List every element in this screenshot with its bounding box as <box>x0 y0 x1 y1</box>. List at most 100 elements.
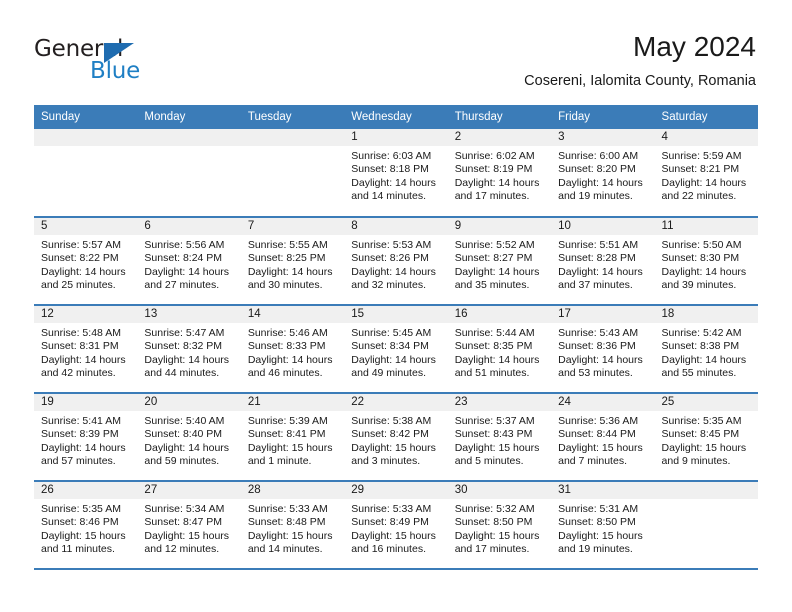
calendar-day-cell[interactable]: 23 Sunrise: 5:37 AM Sunset: 8:43 PM Dayligh… <box>447 393 552 482</box>
daylight-duration-line2: and 19 minutes. <box>558 543 633 556</box>
day-number: 15 <box>344 306 448 323</box>
sunrise-time: Sunrise: 6:00 AM <box>558 150 639 162</box>
daylight-duration-line2: and 11 minutes. <box>41 543 115 556</box>
daylight-duration-line2: and 51 minutes. <box>454 367 530 380</box>
calendar-day-cell[interactable]: 24 Sunrise: 5:36 AM Sunset: 8:44 PM Dayligh… <box>551 393 655 482</box>
calendar-day-cell[interactable]: 14 Sunrise: 5:46 AM Sunset: 8:33 PM Dayligh… <box>240 305 345 394</box>
weekday-header-wednesday: Wednesday <box>344 105 448 129</box>
calendar-day-cell[interactable]: 25 Sunrise: 5:35 AM Sunset: 8:45 PM Dayligh… <box>654 393 758 482</box>
day-details: Sunrise: 5:50 AM Sunset: 8:30 PM Daylight:… <box>655 235 758 293</box>
day-number: 21 <box>240 394 345 411</box>
daylight-duration-line1: Daylight: 15 hours <box>454 441 540 454</box>
sunrise-time: Sunrise: 5:41 AM <box>41 415 121 427</box>
calendar-day-cell[interactable]: 20 Sunrise: 5:40 AM Sunset: 8:40 PM Dayligh… <box>137 393 241 482</box>
calendar-day-cell[interactable]: 5 Sunrise: 5:57 AM Sunset: 8:22 PM Daylight… <box>34 217 138 306</box>
calendar-week-row: 12 Sunrise: 5:48 AM Sunset: 8:31 PM Dayligh… <box>34 305 758 394</box>
calendar-day-cell[interactable]: 29 Sunrise: 5:33 AM Sunset: 8:49 PM Dayligh… <box>344 481 448 570</box>
sunrise-time: Sunrise: 5:37 AM <box>454 415 535 427</box>
day-details: Sunrise: 5:41 AM Sunset: 8:39 PM Daylight:… <box>34 411 137 469</box>
day-number: 6 <box>137 218 241 235</box>
sunset-time: Sunset: 8:44 PM <box>558 428 636 441</box>
calendar-day-cell[interactable]: 15 Sunrise: 5:45 AM Sunset: 8:34 PM Dayligh… <box>344 305 448 394</box>
sunrise-time: Sunrise: 5:59 AM <box>661 150 742 162</box>
calendar-day-cell[interactable]: 12 Sunrise: 5:48 AM Sunset: 8:31 PM Dayligh… <box>34 305 138 394</box>
calendar-table: Sunday Monday Tuesday Wednesday Thursday… <box>34 105 758 570</box>
daylight-duration-line1: Daylight: 14 hours <box>351 176 436 189</box>
calendar-day-cell[interactable]: 16 Sunrise: 5:44 AM Sunset: 8:35 PM Dayligh… <box>447 305 552 394</box>
day-number: 28 <box>240 482 345 499</box>
calendar-day-cell[interactable]: 19 Sunrise: 5:41 AM Sunset: 8:39 PM Dayligh… <box>34 393 138 482</box>
sunset-time: Sunset: 8:45 PM <box>661 428 740 441</box>
calendar-week-row: 19 Sunrise: 5:41 AM Sunset: 8:39 PM Dayligh… <box>34 393 758 482</box>
sunrise-time: Sunrise: 5:42 AM <box>661 327 742 339</box>
sunset-time: Sunset: 8:36 PM <box>558 340 636 353</box>
sunset-time: Sunset: 8:35 PM <box>454 340 533 353</box>
page-subtitle: Cosereni, Ialomita County, Romania <box>524 73 756 89</box>
sunset-time: Sunset: 8:41 PM <box>247 428 326 441</box>
calendar-day-cell[interactable]: 26 Sunrise: 5:35 AM Sunset: 8:46 PM Dayligh… <box>34 481 138 570</box>
day-details: Sunrise: 5:40 AM Sunset: 8:40 PM Daylight:… <box>137 411 240 469</box>
calendar-day-cell[interactable]: 30 Sunrise: 5:32 AM Sunset: 8:50 PM Dayligh… <box>447 481 552 570</box>
daylight-duration-line2: and 55 minutes. <box>661 367 737 380</box>
sunrise-time: Sunrise: 5:40 AM <box>144 415 225 427</box>
daylight-duration-line2: and 14 minutes. <box>351 190 426 203</box>
calendar-day-cell[interactable]: 22 Sunrise: 5:38 AM Sunset: 8:42 PM Dayligh… <box>344 393 448 482</box>
day-number: 2 <box>447 129 552 146</box>
sunset-time: Sunset: 8:31 PM <box>41 340 119 353</box>
daylight-duration-line2: and 12 minutes. <box>144 543 220 556</box>
calendar-day-cell[interactable]: 10 Sunrise: 5:51 AM Sunset: 8:28 PM Dayligh… <box>551 217 655 306</box>
day-details: Sunrise: 5:53 AM Sunset: 8:26 PM Daylight:… <box>344 235 447 293</box>
calendar-day-cell[interactable]: 9 Sunrise: 5:52 AM Sunset: 8:27 PM Daylight… <box>447 217 552 306</box>
calendar-day-cell[interactable]: 1 Sunrise: 6:03 AM Sunset: 8:18 PM Daylight… <box>344 129 448 218</box>
calendar-body: 1 Sunrise: 6:03 AM Sunset: 8:18 PM Daylight… <box>34 129 758 570</box>
calendar-day-cell[interactable]: 6 Sunrise: 5:56 AM Sunset: 8:24 PM Daylight… <box>137 217 241 306</box>
calendar-day-cell[interactable]: 8 Sunrise: 5:53 AM Sunset: 8:26 PM Daylight… <box>344 217 448 306</box>
daylight-duration-line2: and 3 minutes. <box>351 455 421 468</box>
daylight-duration-line2: and 32 minutes. <box>351 279 426 292</box>
calendar-day-cell[interactable]: 31 Sunrise: 5:31 AM Sunset: 8:50 PM Dayligh… <box>551 481 655 570</box>
day-details: Sunrise: 5:59 AM Sunset: 8:21 PM Daylight:… <box>655 146 758 204</box>
brand-logo[interactable]: General Blue <box>34 36 234 88</box>
day-details: Sunrise: 5:43 AM Sunset: 8:36 PM Daylight:… <box>551 323 654 381</box>
page-title: May 2024 <box>633 31 756 62</box>
day-number: 4 <box>654 129 758 146</box>
daylight-duration-line1: Daylight: 15 hours <box>41 529 126 542</box>
daylight-duration-line2: and 49 minutes. <box>351 367 426 380</box>
calendar-day-cell[interactable]: 27 Sunrise: 5:34 AM Sunset: 8:47 PM Dayligh… <box>137 481 241 570</box>
calendar-day-cell[interactable]: 13 Sunrise: 5:47 AM Sunset: 8:32 PM Dayligh… <box>137 305 241 394</box>
day-number: 27 <box>137 482 241 499</box>
day-number: 16 <box>447 306 552 323</box>
sunrise-time: Sunrise: 5:33 AM <box>351 503 432 515</box>
calendar-day-cell[interactable]: 4 Sunrise: 5:59 AM Sunset: 8:21 PM Daylight… <box>654 129 758 218</box>
calendar-day-cell[interactable]: 21 Sunrise: 5:39 AM Sunset: 8:41 PM Dayligh… <box>240 393 345 482</box>
calendar-day-cell[interactable]: 11 Sunrise: 5:50 AM Sunset: 8:30 PM Dayligh… <box>654 217 758 306</box>
daylight-duration-line1: Daylight: 14 hours <box>558 176 643 189</box>
daylight-duration-line2: and 39 minutes. <box>661 279 737 292</box>
day-details: Sunrise: 5:55 AM Sunset: 8:25 PM Daylight:… <box>241 235 344 293</box>
weekday-header-row: Sunday Monday Tuesday Wednesday Thursday… <box>34 105 758 129</box>
daylight-duration-line1: Daylight: 15 hours <box>351 441 436 454</box>
day-number <box>240 129 345 146</box>
calendar-day-cell[interactable]: 3 Sunrise: 6:00 AM Sunset: 8:20 PM Daylight… <box>551 129 655 218</box>
sunrise-time: Sunrise: 5:56 AM <box>144 239 225 251</box>
weekday-header-monday: Monday <box>137 105 241 129</box>
calendar-day-cell[interactable]: 17 Sunrise: 5:43 AM Sunset: 8:36 PM Dayligh… <box>551 305 655 394</box>
daylight-duration-line1: Daylight: 15 hours <box>351 529 436 542</box>
sunset-time: Sunset: 8:50 PM <box>454 516 533 529</box>
sunset-time: Sunset: 8:30 PM <box>661 252 740 265</box>
day-number: 3 <box>551 129 655 146</box>
sunrise-time: Sunrise: 5:33 AM <box>247 503 328 515</box>
sunrise-time: Sunrise: 6:02 AM <box>454 150 535 162</box>
calendar-day-cell[interactable]: 18 Sunrise: 5:42 AM Sunset: 8:38 PM Dayligh… <box>654 305 758 394</box>
daylight-duration-line1: Daylight: 14 hours <box>558 353 643 366</box>
calendar-day-cell[interactable]: 28 Sunrise: 5:33 AM Sunset: 8:48 PM Dayligh… <box>240 481 345 570</box>
sunset-time: Sunset: 8:32 PM <box>144 340 223 353</box>
calendar-day-cell[interactable]: 7 Sunrise: 5:55 AM Sunset: 8:25 PM Daylight… <box>240 217 345 306</box>
day-number: 7 <box>240 218 345 235</box>
sunset-time: Sunset: 8:28 PM <box>558 252 636 265</box>
daylight-duration-line1: Daylight: 14 hours <box>661 353 747 366</box>
daylight-duration-line2: and 46 minutes. <box>247 367 323 380</box>
calendar-day-cell[interactable]: 2 Sunrise: 6:02 AM Sunset: 8:19 PM Daylight… <box>447 129 552 218</box>
sunrise-time: Sunrise: 5:44 AM <box>454 327 535 339</box>
sunset-time: Sunset: 8:47 PM <box>144 516 223 529</box>
